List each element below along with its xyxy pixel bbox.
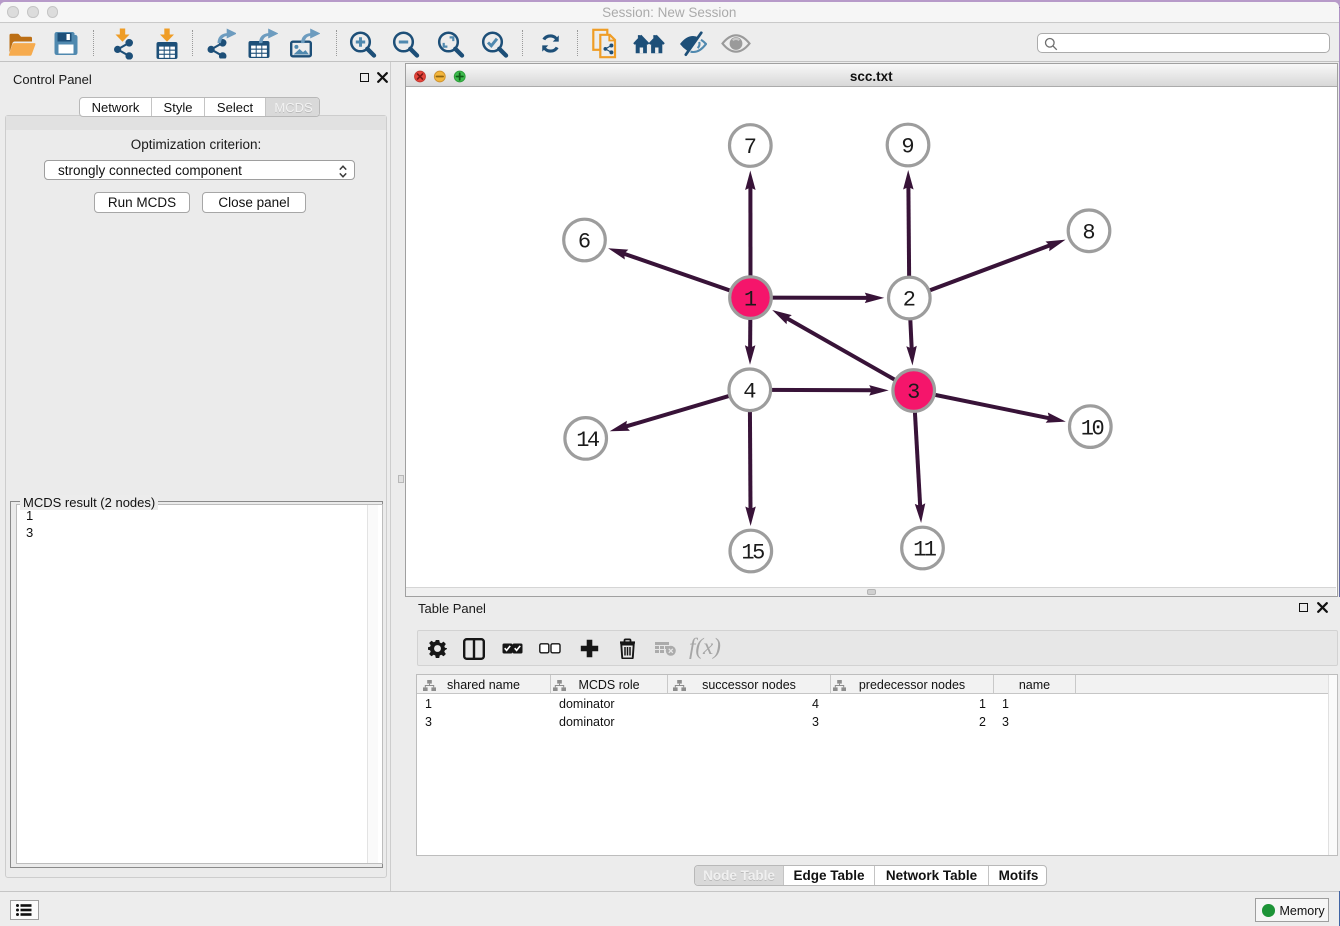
- svg-text:8: 8: [1082, 221, 1095, 246]
- svg-text:3: 3: [907, 380, 920, 405]
- svg-text:6: 6: [578, 230, 591, 255]
- svg-text:7: 7: [744, 135, 757, 160]
- svg-text:15: 15: [741, 541, 764, 566]
- svg-text:10: 10: [1081, 416, 1104, 441]
- svg-text:1: 1: [744, 287, 757, 312]
- svg-text:4: 4: [743, 380, 756, 405]
- svg-text:2: 2: [903, 288, 916, 313]
- svg-text:14: 14: [576, 428, 600, 453]
- svg-text:9: 9: [901, 135, 914, 160]
- svg-text:11: 11: [913, 538, 937, 563]
